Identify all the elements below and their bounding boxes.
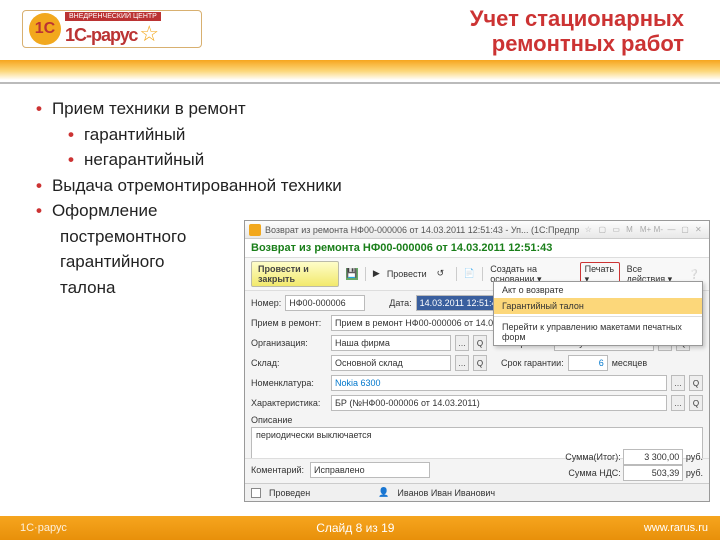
comment-field[interactable]: Исправлено — [310, 462, 430, 478]
nds-field[interactable]: 503,39 — [623, 465, 683, 481]
window-title: Возврат из ремонта НФ00-000006 от 14.03.… — [265, 225, 580, 235]
label-date: Дата: — [389, 298, 411, 308]
help-button[interactable]: ❔ — [686, 268, 703, 281]
slide-header: 1С ВНЕДРЕНЧЕСКИЙ ЦЕНТР 1С-рарус ☆ Учет с… — [0, 0, 720, 60]
provesti-icon: ▶ — [373, 268, 385, 280]
logo-subtext: ВНЕДРЕНЧЕСКИЙ ЦЕНТР — [65, 12, 161, 21]
minimize-icon[interactable]: — — [667, 225, 677, 235]
open-button[interactable]: Q — [473, 335, 487, 351]
doc-title: Возврат из ремонта НФ00-000006 от 14.03.… — [245, 239, 709, 258]
print-menu-item-warranty[interactable]: Гарантийный талон — [494, 298, 702, 314]
harakt-field[interactable]: БР (№НФ00-000006 от 14.03.2011) — [331, 395, 667, 411]
label-nds: Сумма НДС: — [568, 468, 620, 478]
tool-icon[interactable]: M+ — [640, 225, 650, 235]
open-button[interactable]: Q — [689, 375, 703, 391]
sklad-field[interactable]: Основной склад — [331, 355, 451, 371]
provesti-close-button[interactable]: Провести и закрыть — [251, 261, 339, 287]
number-field[interactable]: НФ00-000006 — [285, 295, 365, 311]
status-user: Иванов Иван Иванович — [397, 488, 495, 498]
label-months: месяцев — [612, 358, 647, 368]
doc-icon: 📄 — [463, 268, 475, 280]
sum-block: Сумма(Итог): 3 300,00 руб. Сумма НДС: 50… — [565, 449, 703, 481]
label-nomenklatura: Номенклатура: — [251, 378, 327, 388]
nomenklatura-field[interactable]: Nokia 6300 — [331, 375, 667, 391]
tool-icon[interactable]: ☆ — [585, 225, 595, 235]
lookup-button[interactable]: … — [455, 335, 469, 351]
label-org: Организация: — [251, 338, 327, 348]
app-icon — [249, 224, 261, 236]
label-desc: Описание — [251, 415, 703, 425]
label-repair-in: Прием в ремонт: — [251, 318, 327, 328]
warranty-field[interactable]: 6 — [568, 355, 608, 371]
label-sklad: Склад: — [251, 358, 327, 368]
open-button[interactable]: Q — [473, 355, 487, 371]
label-sum: Сумма(Итог): — [565, 452, 621, 462]
tool-icon[interactable]: ▭ — [612, 225, 622, 235]
print-menu: Акт о возврате Гарантийный талон Перейти… — [493, 281, 703, 346]
label-number: Номер: — [251, 298, 281, 308]
tool-icon[interactable]: ▢ — [599, 225, 609, 235]
footer-url: www.rarus.ru — [644, 522, 708, 534]
doc-button[interactable]: 📄 — [460, 267, 478, 281]
bullet-1b: негарантийный — [68, 147, 342, 173]
user-icon: 👤 — [378, 487, 389, 498]
close-icon[interactable]: ✕ — [695, 225, 705, 235]
save-icon: 💾 — [346, 268, 358, 280]
open-button[interactable]: Q — [689, 395, 703, 411]
status-bar: Проведен 👤 Иванов Иван Иванович — [245, 483, 709, 501]
lookup-button[interactable]: … — [671, 375, 685, 391]
cancel-button[interactable]: ↺ — [434, 267, 452, 281]
bullet-1: Прием техники в ремонт гарантийный негар… — [36, 96, 342, 173]
footer-slide-number: Слайд 8 из 19 — [316, 521, 394, 535]
label-harakt: Характеристика: — [251, 398, 327, 408]
slide-title: Учет стационарных ремонтных работ — [470, 6, 684, 57]
bullet-1a: гарантийный — [68, 122, 342, 148]
print-menu-item-layouts[interactable]: Перейти к управлению макетами печатных ф… — [494, 319, 702, 345]
bullet-2: Выдача отремонтированной техники — [36, 173, 342, 199]
window-titlebar[interactable]: Возврат из ремонта НФ00-000006 от 14.03.… — [245, 221, 709, 239]
proveden-checkbox[interactable] — [251, 488, 261, 498]
label-rub2: руб. — [686, 468, 703, 478]
slide-footer: 1С·рарус Слайд 8 из 19 www.rarus.ru — [0, 516, 720, 540]
save-button[interactable]: 💾 — [343, 267, 361, 281]
maximize-icon[interactable]: ▢ — [681, 225, 691, 235]
label-comment: Коментарий: — [251, 465, 304, 475]
logo-circle-icon: 1С — [29, 13, 61, 45]
lookup-button[interactable]: … — [671, 395, 685, 411]
onec-window: Возврат из ремонта НФ00-000006 от 14.03.… — [244, 220, 710, 502]
logo: 1С ВНЕДРЕНЧЕСКИЙ ЦЕНТР 1С-рарус ☆ — [22, 10, 202, 48]
cancel-icon: ↺ — [437, 268, 449, 280]
lookup-button[interactable]: … — [455, 355, 469, 371]
org-field[interactable]: Наша фирма — [331, 335, 451, 351]
provesti-button[interactable]: ▶Провести — [370, 267, 430, 281]
footer-logo: 1С·рарус — [20, 522, 67, 534]
label-warranty: Срок гарантии: — [501, 358, 564, 368]
gradient-bar — [0, 60, 720, 80]
window-controls: ☆ ▢ ▭ M M+ M- — ▢ ✕ — [584, 224, 705, 235]
sum-field[interactable]: 3 300,00 — [623, 449, 683, 465]
status-proveden: Проведен — [269, 488, 310, 498]
tool-icon[interactable]: M — [626, 225, 636, 235]
tool-icon[interactable]: M- — [654, 225, 664, 235]
print-menu-item-return-act[interactable]: Акт о возврате — [494, 282, 702, 298]
logo-accent-icon: ☆ — [139, 21, 159, 47]
label-rub: руб. — [686, 452, 703, 462]
help-icon: ❔ — [689, 269, 700, 280]
logo-main-text: 1С-рарус — [65, 25, 137, 46]
